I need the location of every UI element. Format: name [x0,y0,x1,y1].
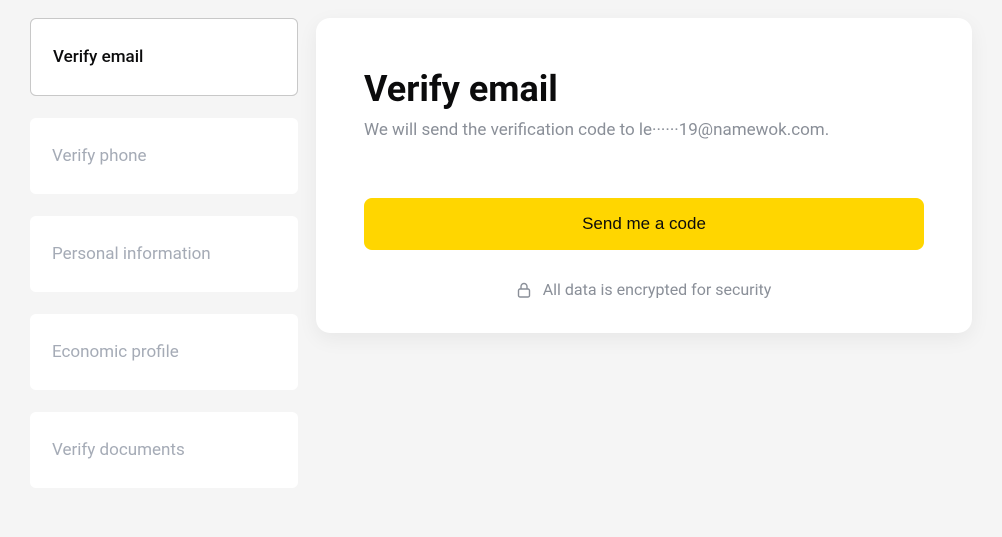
page-subtitle: We will send the verification code to le… [364,120,924,140]
security-note-text: All data is encrypted for security [543,280,772,299]
lock-icon [517,282,531,298]
send-code-button[interactable]: Send me a code [364,198,924,250]
sidebar-item-label: Verify email [53,47,143,67]
sidebar: Verify email Verify phone Personal infor… [30,18,298,488]
sidebar-item-label: Economic profile [52,342,179,362]
sidebar-item-label: Personal information [52,244,211,264]
sidebar-item-label: Verify phone [52,146,147,166]
sidebar-item-economic-profile[interactable]: Economic profile [30,314,298,390]
sidebar-item-label: Verify documents [52,440,185,460]
main-card: Verify email We will send the verificati… [316,18,972,333]
page-title: Verify email [364,68,924,110]
sidebar-item-personal-information[interactable]: Personal information [30,216,298,292]
security-note: All data is encrypted for security [364,280,924,299]
sidebar-item-verify-documents[interactable]: Verify documents [30,412,298,488]
sidebar-item-verify-phone[interactable]: Verify phone [30,118,298,194]
sidebar-item-verify-email[interactable]: Verify email [30,18,298,96]
page-container: Verify email Verify phone Personal infor… [0,0,1002,506]
